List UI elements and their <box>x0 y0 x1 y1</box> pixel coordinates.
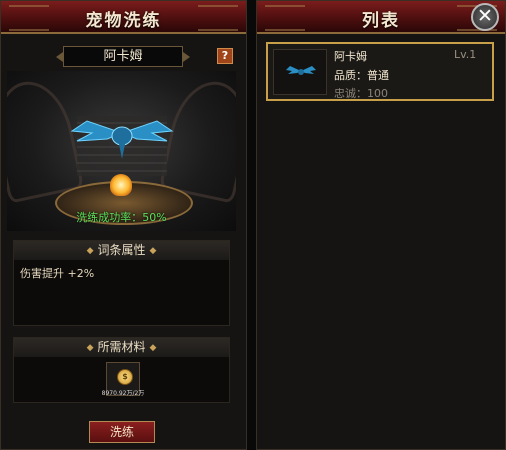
attributes-header: ◆ 词条属性 ◆ <box>14 241 229 260</box>
attribute-line: 伤害提升 +2% <box>20 267 95 280</box>
pet-list-name: 阿卡姆 <box>334 50 367 63</box>
pet-preview-scene: 洗练成功率：50% <box>7 71 236 231</box>
success-rate-text: 洗练成功率：50% <box>76 211 167 224</box>
attributes-section: ◆ 词条属性 ◆ 伤害提升 +2% <box>13 240 230 326</box>
materials-header: ◆ 所需材料 ◆ <box>14 338 229 357</box>
pet-list-item[interactable]: 阿卡姆 Lv.1 品质：普通 忠诚：100 <box>266 42 494 101</box>
pet-refine-panel: 宠物洗练 阿卡姆 ? 洗练成功率：50% ◆ 词条属性 ◆ 伤害提升 +2% ◆ 所需… <box>0 0 247 450</box>
pet-list-quality: 品质：普通 <box>334 67 389 83</box>
refine-button[interactable]: 洗练 <box>89 421 155 443</box>
pet-refine-title: 宠物洗练 <box>85 11 162 31</box>
pet-list-loyalty: 忠诚：100 <box>334 85 388 101</box>
pet-list-titlebar: 列表 <box>257 1 505 34</box>
materials-header-label: 所需材料 <box>97 340 146 354</box>
pet-model <box>70 120 174 159</box>
attributes-header-label: 词条属性 <box>97 243 146 257</box>
help-button[interactable]: ? <box>217 48 233 64</box>
loyalty-value: 100 <box>367 87 388 100</box>
quality-value: 普通 <box>367 69 389 82</box>
pet-refine-titlebar: 宠物洗练 <box>1 1 246 34</box>
panel-divider <box>247 0 256 450</box>
loyalty-label: 忠诚： <box>334 87 367 100</box>
diamond-icon: ◆ <box>149 246 157 256</box>
pet-thumbnail-icon <box>286 66 316 75</box>
materials-section: ◆ 所需材料 ◆ $ 8970.92万/2万 <box>13 337 230 403</box>
close-button[interactable]: ✕ <box>471 3 499 31</box>
material-count: 8970.92万/2万 <box>101 390 145 397</box>
pet-list-level: Lv.1 <box>454 48 477 61</box>
pet-thumbnail <box>273 49 327 95</box>
fire-effect <box>110 174 132 196</box>
diamond-icon: ◆ <box>86 343 94 353</box>
gold-coin-icon: $ <box>117 369 133 385</box>
pet-list-title: 列表 <box>362 11 400 31</box>
pet-name-label: 阿卡姆 <box>56 46 190 67</box>
material-item-slot[interactable]: $ 8970.92万/2万 <box>102 362 144 397</box>
diamond-icon: ◆ <box>86 246 94 256</box>
quality-label: 品质： <box>334 69 367 82</box>
pet-list-panel: 列表 ✕ 阿卡姆 Lv.1 品质：普通 忠诚：100 <box>256 0 506 450</box>
diamond-icon: ◆ <box>149 343 157 353</box>
